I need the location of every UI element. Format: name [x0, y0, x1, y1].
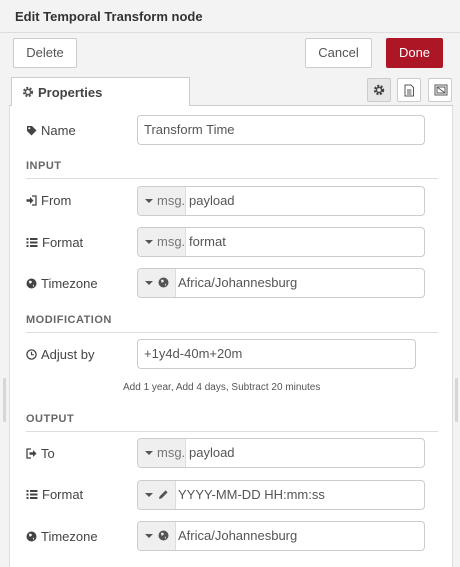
tab-bar: Properties	[0, 75, 460, 107]
node-description-tab[interactable]	[397, 78, 421, 102]
pencil-icon	[159, 490, 168, 499]
tab-properties[interactable]: Properties	[11, 77, 190, 107]
tab-properties-label: Properties	[38, 85, 103, 100]
output-format-typed-input[interactable]: YYYY-MM-DD HH:mm:ss	[137, 480, 425, 510]
list-icon	[26, 490, 38, 499]
edit-tray: Edit Temporal Transform node Delete Canc…	[0, 0, 460, 567]
tray-title: Edit Temporal Transform node	[0, 0, 460, 33]
output-timezone-label: Timezone	[26, 529, 98, 544]
to-label: To	[26, 446, 55, 461]
list-icon	[26, 238, 38, 247]
caret-down-icon	[145, 451, 153, 455]
from-label: From	[26, 193, 71, 208]
modification-section-header: MODIFICATION	[26, 314, 438, 333]
sign-out-icon	[26, 448, 37, 459]
globe-icon	[158, 530, 169, 541]
format-type-selector[interactable]: msg.	[138, 228, 186, 256]
caret-down-icon	[145, 493, 153, 497]
msg-prefix: msg.	[157, 445, 186, 460]
caret-down-icon	[145, 534, 153, 538]
format-label: Format	[26, 235, 83, 250]
caret-down-icon	[145, 240, 153, 244]
output-timezone-typed-input[interactable]: Africa/Johannesburg	[137, 521, 425, 551]
from-value: payload	[189, 193, 235, 208]
from-type-selector[interactable]: msg.	[138, 187, 186, 215]
done-button[interactable]: Done	[386, 38, 443, 68]
globe-icon	[26, 278, 37, 289]
output-format-value: YYYY-MM-DD HH:mm:ss	[178, 487, 325, 502]
output-timezone-value: Africa/Johannesburg	[178, 528, 298, 543]
timezone-value: Africa/Johannesburg	[178, 275, 298, 290]
output-format-label: Format	[26, 487, 83, 502]
msg-prefix: msg.	[157, 234, 186, 249]
left-resize-handle[interactable]	[3, 378, 6, 422]
node-appearance-tab[interactable]	[428, 78, 452, 102]
from-typed-input[interactable]: msg. payload	[137, 186, 425, 216]
adjust-hint: Add 1 year, Add 4 days, Subtract 20 minu…	[123, 382, 321, 393]
name-label: Name	[26, 123, 76, 138]
cancel-button[interactable]: Cancel	[305, 38, 372, 68]
msg-prefix: msg.	[157, 193, 186, 208]
sign-in-icon	[26, 195, 37, 206]
frame-icon	[434, 84, 448, 96]
format-typed-input[interactable]: msg. format	[137, 227, 425, 257]
to-type-selector[interactable]: msg.	[138, 439, 186, 467]
globe-icon	[158, 277, 169, 288]
input-section-header: INPUT	[26, 160, 438, 179]
delete-button[interactable]: Delete	[13, 38, 77, 68]
right-resize-handle[interactable]	[455, 378, 458, 422]
output-timezone-type-selector[interactable]	[138, 522, 176, 550]
node-settings-tab[interactable]	[367, 78, 391, 102]
gear-icon	[22, 86, 34, 98]
globe-icon	[26, 531, 37, 542]
output-format-type-selector[interactable]	[138, 481, 176, 509]
tray-toolbar: Delete Cancel Done	[0, 33, 460, 73]
name-input[interactable]: Transform Time	[137, 115, 425, 145]
to-value: payload	[189, 445, 235, 460]
gear-icon	[373, 84, 385, 96]
caret-down-icon	[145, 281, 153, 285]
caret-down-icon	[145, 199, 153, 203]
adjust-input[interactable]: +1y4d-40m+20m	[137, 339, 416, 369]
timezone-typed-input[interactable]: Africa/Johannesburg	[137, 268, 425, 298]
to-typed-input[interactable]: msg. payload	[137, 438, 425, 468]
clock-icon	[26, 349, 37, 360]
document-icon	[404, 84, 414, 97]
format-value: format	[189, 234, 226, 249]
output-section-header: OUTPUT	[26, 413, 438, 432]
timezone-label: Timezone	[26, 276, 98, 291]
adjust-label: Adjust by	[26, 347, 94, 362]
timezone-type-selector[interactable]	[138, 269, 176, 297]
tag-icon	[27, 126, 37, 136]
